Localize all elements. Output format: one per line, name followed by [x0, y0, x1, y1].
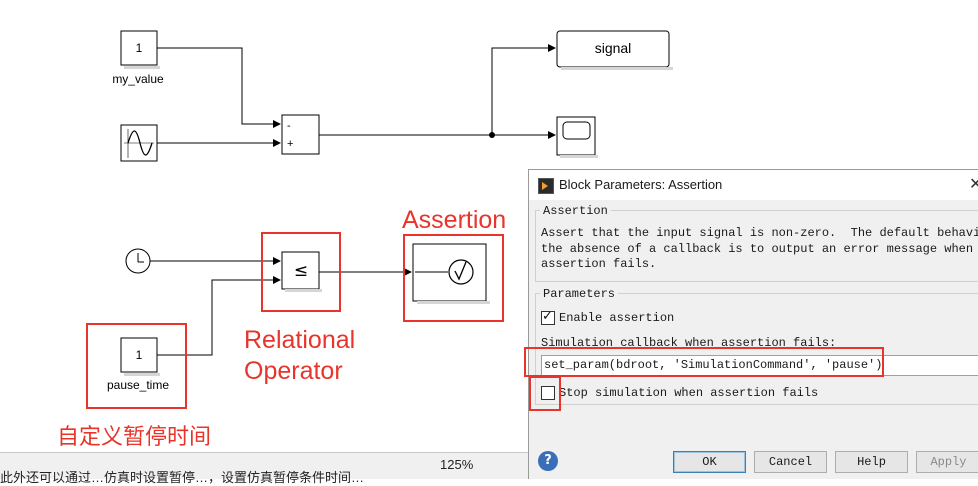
assertion-description: Assert that the input signal is non-zero… — [541, 226, 978, 271]
pause-time-constant-value: 1 — [136, 348, 143, 362]
apply-button[interactable]: Apply — [916, 451, 978, 473]
signal-lines — [150, 44, 556, 356]
pause-time-annotation: 自定义暂停时间 — [57, 425, 212, 450]
sine-wave-block[interactable] — [120, 124, 158, 162]
assertion-block[interactable] — [412, 243, 490, 304]
relational-operator-block[interactable]: ≤ — [281, 251, 322, 292]
help-icon[interactable]: ? — [538, 451, 558, 471]
close-icon[interactable]: ✕ — [969, 174, 978, 194]
assertion-annotation: Assertion — [402, 206, 507, 234]
parameters-group-title: Parameters — [540, 287, 619, 301]
relational-operator-symbol: ≤ — [294, 261, 308, 281]
relational-operator-annotation: Relational Operator — [244, 326, 356, 385]
branch-point — [489, 132, 495, 138]
scope-block[interactable] — [556, 116, 598, 158]
check-circle-icon — [448, 259, 474, 285]
signal-outport-block[interactable]: signal — [556, 30, 673, 70]
stop-checkbox-highlight — [529, 376, 561, 411]
cancel-button[interactable]: Cancel — [754, 451, 827, 473]
status-partial-text: 此外还可以通过…仿真时设置暂停…，设置仿真暂停条件时间… — [0, 470, 365, 485]
dialog-title: Block Parameters: Assertion — [559, 177, 723, 192]
scope-icon — [562, 121, 591, 140]
sum-plus-sign: + — [287, 138, 293, 150]
status-bar: 125% 此外还可以通过…仿真时设置暂停…，设置仿真暂停条件时间… — [0, 452, 530, 485]
my-value-constant-block[interactable]: 1 — [120, 30, 160, 69]
ok-button[interactable]: OK — [673, 451, 746, 473]
stop-simulation-label: Stop simulation when assertion fails — [559, 386, 819, 400]
my-value-constant-value: 1 — [136, 41, 143, 55]
enable-assertion-checkbox[interactable] — [541, 309, 555, 325]
help-button[interactable]: Help — [835, 451, 908, 473]
signal-outport-label: signal — [595, 40, 632, 56]
dialog-titlebar[interactable]: Block Parameters: Assertion ✕ — [529, 170, 978, 200]
callback-highlight — [524, 347, 884, 377]
pause-time-label: pause_time — [106, 378, 170, 392]
sum-block[interactable]: - + — [281, 114, 320, 155]
enable-assertion-label: Enable assertion — [559, 311, 675, 325]
block-parameters-dialog[interactable]: Block Parameters: Assertion ✕ Assertion … — [524, 169, 978, 479]
simulink-app-icon — [538, 178, 554, 194]
sum-minus-sign: - — [287, 120, 291, 132]
clock-block[interactable] — [125, 248, 151, 274]
my-value-label: my_value — [112, 72, 164, 86]
pause-time-constant-block[interactable]: 1 — [120, 337, 160, 376]
assertion-group-title: Assertion — [540, 204, 611, 218]
